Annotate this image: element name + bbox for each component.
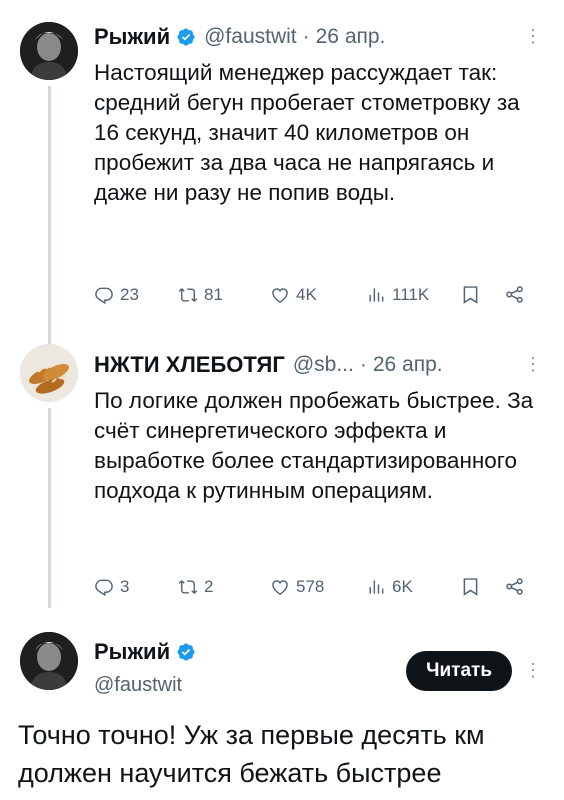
author-name[interactable]: Рыжий [94,639,170,665]
follow-button[interactable]: Читать [406,651,512,691]
avatar[interactable] [20,632,78,690]
more-dots-icon[interactable]: ⋮ [524,660,542,681]
author-handle[interactable]: @faustwit [94,674,182,697]
tweet-header: Рыжий [94,638,196,666]
verified-badge-icon [176,642,196,662]
tweet-text: Точно точно! Уж за первые десять км долж… [18,720,485,788]
tweet-3-main: Рыжий @faustwit Читать ⋮ Точно точно! Уж… [0,0,564,800]
